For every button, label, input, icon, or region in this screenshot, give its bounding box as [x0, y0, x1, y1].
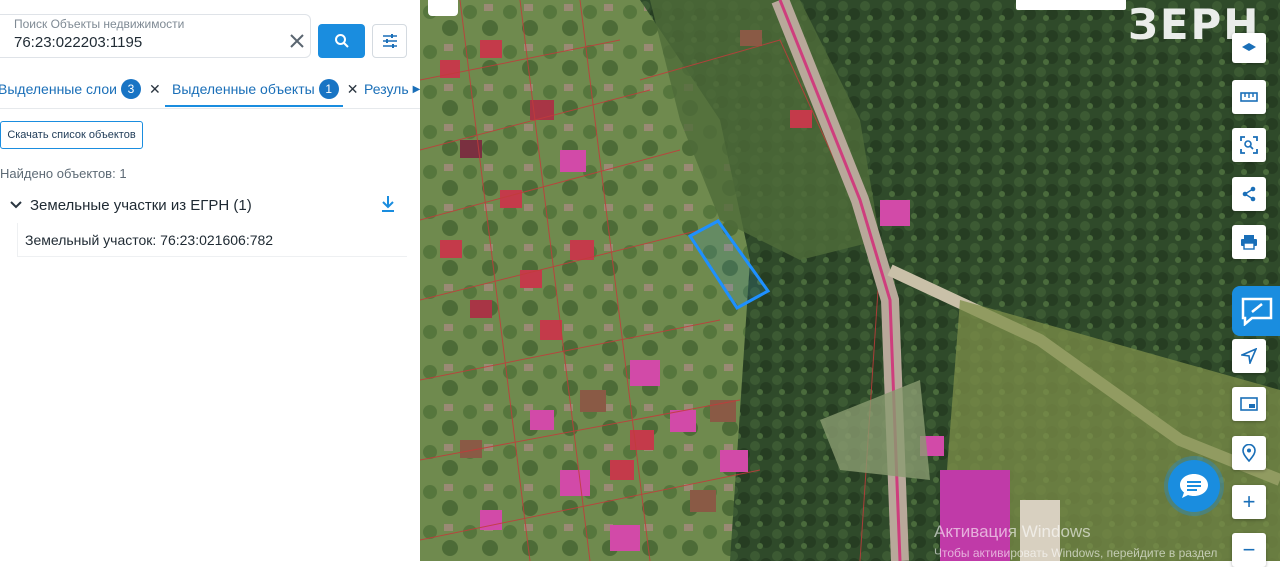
close-tab-icon[interactable]: ✕: [149, 81, 161, 98]
measure-button[interactable]: [1232, 80, 1266, 114]
select-area-button[interactable]: [1232, 128, 1266, 162]
tab-badge: 1: [318, 79, 339, 99]
feedback-icon: [1241, 297, 1273, 326]
chat-button[interactable]: [1168, 460, 1220, 512]
select-area-icon: [1240, 136, 1258, 154]
print-button[interactable]: [1232, 225, 1266, 259]
tab-selected-objects[interactable]: Выделенные объекты 1 ✕: [172, 70, 358, 108]
chat-icon: [1180, 474, 1208, 498]
location-icon: [1242, 444, 1256, 462]
tab-scroll-right-icon[interactable]: ▶: [413, 84, 420, 95]
map-view[interactable]: [420, 0, 1280, 561]
download-list-button[interactable]: Скачать список объектов: [0, 121, 143, 149]
location-button[interactable]: [1232, 436, 1266, 470]
clear-search-button[interactable]: [286, 30, 308, 52]
active-tab-indicator: [165, 105, 343, 107]
results-group-title: Земельные участки из ЕГРН (1): [30, 196, 252, 214]
print-icon: [1241, 235, 1257, 250]
tab-bar: Выделенные слои 3 ✕ Выделенные объекты 1…: [0, 70, 420, 109]
search-label: Поиск Объекты недвижимости: [12, 17, 187, 31]
navigate-button[interactable]: [1232, 339, 1266, 373]
ruler-icon: [1240, 92, 1258, 102]
tab-results[interactable]: Резуль ▶: [364, 70, 420, 108]
search-input[interactable]: 76:23:022203:1195: [14, 34, 142, 51]
feedback-button[interactable]: [1232, 286, 1280, 336]
minimap-button[interactable]: [1232, 387, 1266, 421]
results-group-header[interactable]: Земельные участки из ЕГРН (1): [10, 193, 410, 217]
result-list-item[interactable]: Земельный участок: 76:23:021606:782: [17, 223, 407, 257]
tab-label: Резуль: [364, 81, 409, 97]
map-info-strip: [1016, 0, 1126, 10]
download-group-button[interactable]: [380, 195, 396, 213]
search-button[interactable]: [318, 24, 365, 58]
tab-label: Выделенные объекты: [172, 81, 315, 97]
filter-button[interactable]: [372, 24, 407, 58]
satellite-imagery: [420, 0, 1280, 561]
windows-watermark-subtitle: Чтобы активировать Windows, перейдите в …: [934, 546, 1218, 560]
navigate-icon: [1241, 348, 1257, 364]
filter-icon: [382, 34, 397, 48]
download-icon: [382, 196, 394, 212]
found-count: Найдено объектов: 1: [0, 166, 127, 181]
map-corner-control[interactable]: [428, 0, 458, 16]
search-icon: [334, 34, 349, 48]
close-tab-icon[interactable]: ✕: [347, 81, 359, 98]
layers-icon: [1242, 43, 1256, 51]
close-icon: [290, 34, 304, 48]
tab-label: Выделенные слои: [0, 81, 117, 97]
zoom-in-button[interactable]: +: [1232, 485, 1266, 519]
windows-watermark-title: Активация Windows: [934, 522, 1091, 541]
tab-selected-layers[interactable]: Выделенные слои 3 ✕: [0, 70, 161, 108]
share-icon: [1242, 186, 1256, 202]
chevron-down-icon: [10, 201, 22, 209]
tab-badge: 3: [120, 79, 141, 99]
minimap-icon: [1240, 397, 1258, 411]
sidebar-panel: Поиск Объекты недвижимости 76:23:022203:…: [0, 0, 420, 561]
share-button[interactable]: [1232, 177, 1266, 211]
layers-button[interactable]: [1232, 33, 1266, 63]
zoom-out-button[interactable]: −: [1232, 533, 1266, 567]
